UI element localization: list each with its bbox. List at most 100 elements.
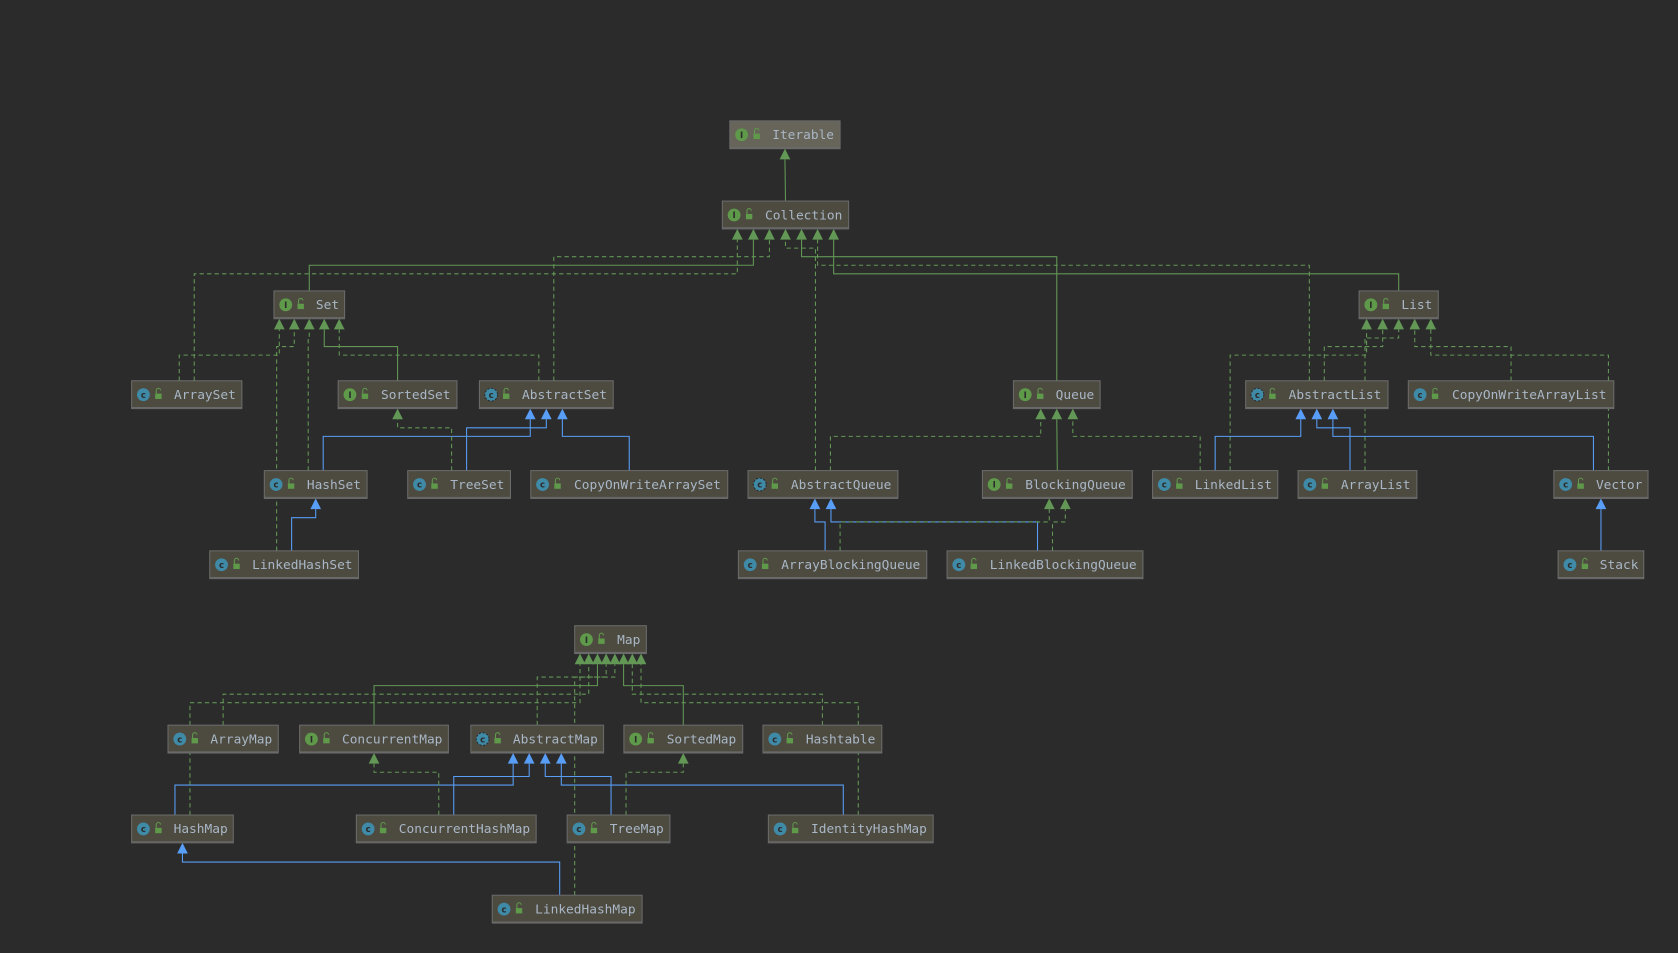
edge-line	[307, 329, 310, 471]
class-icon: c	[1563, 558, 1577, 572]
class-icon: c	[952, 558, 966, 572]
edge-array-blocking-queue-to-abstract-queue	[809, 498, 826, 551]
class-icon: c	[361, 822, 375, 836]
node-label: TreeSet	[450, 478, 504, 493]
arrowhead-icon	[288, 318, 300, 330]
node-concurrent-hash-map[interactable]: c ConcurrentHashMap	[355, 814, 537, 844]
node-concurrent-map[interactable]: I ConcurrentMap	[299, 724, 449, 754]
node-label: ArrayList	[1341, 478, 1411, 493]
node-tree-set[interactable]: c TreeSet	[407, 470, 511, 499]
node-linked-hash-set[interactable]: c LinkedHashSet	[209, 550, 360, 580]
node-array-list[interactable]: c ArrayList	[1297, 470, 1418, 499]
svg-text:c: c	[778, 825, 783, 835]
arrowhead-icon	[368, 752, 380, 764]
node-array-set[interactable]: c ArraySet	[131, 380, 243, 410]
edge-line	[560, 763, 844, 816]
edge-linked-blocking-queue-to-blocking-queue	[1051, 498, 1071, 551]
svg-text:c: c	[1563, 481, 1568, 491]
node-map[interactable]: I Map	[574, 625, 647, 655]
svg-text:I: I	[310, 735, 313, 745]
edge-tree-set-to-abstract-set	[466, 408, 552, 471]
node-copy-on-write-array-list[interactable]: c CopyOnWriteArrayList	[1407, 380, 1615, 410]
svg-text:I: I	[634, 735, 637, 745]
node-sorted-map[interactable]: I SortedMap	[623, 724, 744, 754]
edge-concurrent-map-to-map	[373, 653, 603, 726]
node-blocking-queue[interactable]: I BlockingQueue	[981, 470, 1133, 499]
node-label: ArrayMap	[210, 732, 272, 747]
node-linked-list[interactable]: c LinkedList	[1152, 470, 1279, 499]
edge-line	[1214, 419, 1302, 471]
arrowhead-icon	[583, 653, 595, 665]
node-queue[interactable]: I Queue	[1012, 380, 1101, 410]
node-array-map[interactable]: c ArrayMap	[167, 724, 279, 754]
svg-text:I: I	[585, 636, 588, 646]
arrowhead-icon	[1043, 498, 1055, 510]
node-collection[interactable]: I Collection	[721, 200, 850, 230]
arrowhead-icon	[555, 752, 567, 764]
node-label: Hashtable	[806, 732, 876, 747]
node-iterable[interactable]: I Iterable	[729, 120, 841, 150]
interface-icon: I	[279, 298, 293, 312]
arrowhead-icon	[507, 752, 519, 764]
node-set[interactable]: I Set	[273, 290, 346, 320]
arrowhead-icon	[825, 498, 837, 510]
edge-array-set-to-set	[178, 318, 285, 381]
arrowhead-icon	[809, 498, 821, 510]
edge-line	[625, 763, 684, 816]
arrowhead-icon	[177, 842, 188, 854]
node-hashtable[interactable]: c Hashtable	[762, 724, 883, 754]
arrowhead-icon	[1595, 498, 1607, 510]
node-label: Map	[617, 633, 640, 648]
svg-text:c: c	[1567, 561, 1572, 571]
node-linked-blocking-queue[interactable]: c LinkedBlockingQueue	[946, 550, 1144, 580]
arrowhead-icon	[635, 653, 647, 665]
node-hash-set[interactable]: c HashSet	[263, 470, 368, 499]
node-copy-on-write-array-set[interactable]: c CopyOnWriteArraySet	[530, 470, 729, 499]
arrowhead-icon	[310, 498, 322, 510]
node-vector[interactable]: c Vector	[1553, 470, 1649, 499]
edge-linked-list-to-abstract-list	[1214, 408, 1307, 471]
edge-line	[466, 419, 547, 471]
svg-text:c: c	[141, 391, 146, 401]
node-abstract-queue[interactable]: c AbstractQueue	[747, 470, 899, 499]
svg-text:I: I	[1024, 391, 1027, 401]
node-abstract-set[interactable]: c AbstractSet	[478, 380, 614, 410]
node-array-blocking-queue[interactable]: c ArrayBlockingQueue	[737, 550, 928, 580]
interface-icon: I	[735, 128, 749, 142]
node-label: AbstractList	[1289, 388, 1382, 403]
node-stack[interactable]: c Stack	[1557, 550, 1645, 580]
node-label: Queue	[1056, 388, 1095, 403]
svg-text:c: c	[489, 391, 494, 401]
edge-linked-hash-set-to-set	[276, 318, 300, 551]
interface-icon: I	[304, 732, 318, 746]
node-label: HashSet	[307, 478, 361, 493]
edge-line	[544, 763, 612, 816]
svg-text:I: I	[348, 391, 351, 401]
node-label: List	[1401, 298, 1432, 313]
arrowhead-icon	[764, 228, 775, 240]
edge-collection-to-iterable	[779, 148, 791, 202]
edge-copy-on-write-array-set-to-abstract-set	[557, 408, 630, 471]
node-abstract-list[interactable]: c AbstractList	[1245, 380, 1389, 410]
node-sorted-set[interactable]: I SortedSet	[337, 380, 458, 410]
edge-line	[814, 509, 826, 551]
arrowhead-icon	[731, 228, 743, 240]
edge-identity-hash-map-to-abstract-map	[555, 752, 844, 816]
node-hash-map[interactable]: c HashMap	[131, 814, 234, 844]
edge-hash-set-to-set	[303, 318, 315, 471]
node-abstract-map[interactable]: c AbstractMap	[470, 724, 605, 754]
arrowhead-icon	[828, 228, 839, 240]
edge-vector-to-abstract-list	[1327, 408, 1594, 471]
node-identity-hash-map[interactable]: c IdentityHashMap	[767, 814, 934, 844]
node-list[interactable]: I List	[1358, 290, 1439, 320]
arrowhead-icon	[677, 752, 689, 764]
edge-line	[453, 763, 530, 816]
node-tree-map[interactable]: c TreeMap	[566, 814, 671, 844]
node-linked-hash-map[interactable]: c LinkedHashMap	[491, 894, 643, 924]
svg-text:I: I	[993, 481, 996, 491]
edge-hash-set-to-abstract-set	[322, 408, 536, 471]
edge-tree-set-to-sorted-set	[392, 408, 453, 471]
svg-text:I: I	[740, 131, 743, 141]
arrowhead-icon	[1393, 318, 1405, 330]
arrowhead-icon	[600, 653, 612, 665]
